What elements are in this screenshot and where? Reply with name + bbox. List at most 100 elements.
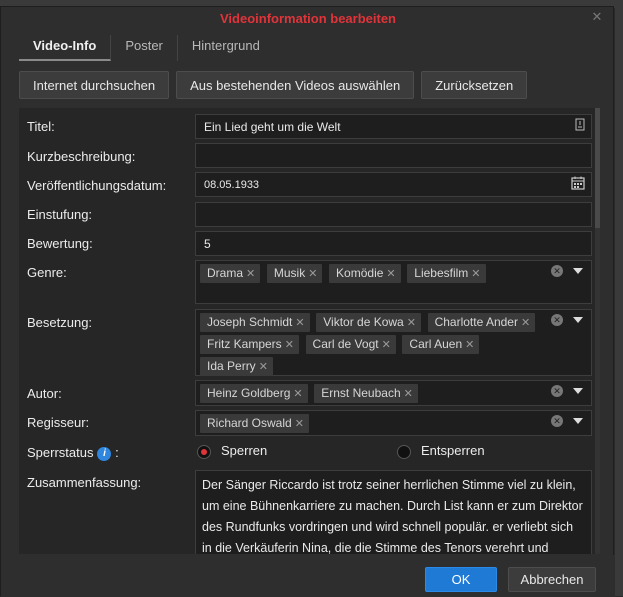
remove-tag-icon[interactable]: ✕ xyxy=(295,317,304,329)
tagline-label: Kurzbeschreibung: xyxy=(27,149,136,164)
remove-tag-icon[interactable]: ✕ xyxy=(407,317,416,329)
scrollbar-thumb[interactable] xyxy=(595,108,600,228)
tag-label: Viktor de Kowa xyxy=(323,315,404,329)
clear-icon[interactable]: ✕ xyxy=(551,415,563,427)
tag-genre: Liebesfilm ✕ xyxy=(407,264,486,283)
remove-tag-icon[interactable]: ✕ xyxy=(295,418,304,430)
tag-cast: Ida Perry ✕ xyxy=(200,357,273,376)
clear-icon[interactable]: ✕ xyxy=(551,265,563,277)
tag-director: Richard Oswald ✕ xyxy=(200,414,309,433)
tag-cast: Carl Auen ✕ xyxy=(402,335,480,354)
tag-cast: Carl de Vogt ✕ xyxy=(305,335,396,354)
background-strip-right xyxy=(615,0,623,596)
tag-label: Carl de Vogt xyxy=(312,337,379,351)
tag-cast: Charlotte Ander ✕ xyxy=(427,313,536,332)
cancel-button[interactable]: Abbrechen xyxy=(508,567,596,592)
title-input[interactable]: Ein Lied geht um die Welt xyxy=(195,114,592,139)
remove-tag-icon[interactable]: ✕ xyxy=(308,268,317,280)
tag-label: Joseph Schmidt xyxy=(207,315,293,329)
tag-label: Charlotte Ander xyxy=(434,315,518,329)
tag-label: Fritz Kampers xyxy=(207,337,282,351)
director-tag-field[interactable]: Richard Oswald ✕ ✕ xyxy=(195,410,592,436)
chevron-down-icon[interactable] xyxy=(573,268,583,274)
select-existing-button[interactable]: Aus bestehenden Videos auswählen xyxy=(176,71,415,99)
ok-button[interactable]: OK xyxy=(425,567,497,592)
tag-writer: Ernst Neubach ✕ xyxy=(314,384,418,403)
document-icon xyxy=(575,118,585,134)
tag-genre: Musik ✕ xyxy=(266,264,323,283)
tag-label: Musik xyxy=(273,266,306,280)
remove-tag-icon[interactable]: ✕ xyxy=(246,268,255,280)
title-value: Ein Lied geht um die Welt xyxy=(204,120,341,134)
tag-cast: Joseph Schmidt ✕ xyxy=(200,313,310,332)
tag-writer: Heinz Goldberg ✕ xyxy=(200,384,308,403)
reset-button[interactable]: Zurücksetzen xyxy=(421,71,528,99)
lock-status-radio-group: Sperren Entsperren xyxy=(197,442,594,462)
chevron-down-icon[interactable] xyxy=(573,317,583,323)
cast-label: Besetzung: xyxy=(27,315,93,330)
rating-label: Bewertung: xyxy=(27,236,93,251)
tab-video-info[interactable]: Video-Info xyxy=(19,35,112,61)
cast-tag-field[interactable]: Joseph Schmidt ✕ Viktor de Kowa ✕ Charlott… xyxy=(195,309,592,376)
toolbar: Internet durchsuchen Aus bestehenden Vid… xyxy=(19,71,528,99)
director-label: Regisseur: xyxy=(27,415,90,430)
calendar-icon[interactable] xyxy=(571,176,585,193)
tab-poster[interactable]: Poster xyxy=(111,35,178,61)
tag-cast: Viktor de Kowa ✕ xyxy=(316,313,421,332)
remove-tag-icon[interactable]: ✕ xyxy=(471,268,480,280)
tag-genre: Komödie ✕ xyxy=(329,264,401,283)
remove-tag-icon[interactable]: ✕ xyxy=(521,317,530,329)
tag-label: Liebesfilm xyxy=(414,266,469,280)
chevron-down-icon[interactable] xyxy=(573,418,583,424)
lock-status-suffix: : xyxy=(115,445,119,460)
tag-label: Ernst Neubach xyxy=(321,386,401,400)
summary-textarea[interactable]: Der Sänger Riccardo ist trotz seiner her… xyxy=(195,470,592,554)
genre-label: Genre: xyxy=(27,265,67,280)
radio-lock[interactable] xyxy=(197,445,211,459)
tag-label: Komödie xyxy=(336,266,384,280)
remove-tag-icon[interactable]: ✕ xyxy=(285,339,294,351)
rating-value: 5 xyxy=(204,237,211,251)
release-date-value: 08.05.1933 xyxy=(204,179,260,191)
title-label: Titel: xyxy=(27,119,55,134)
remove-tag-icon[interactable]: ✕ xyxy=(259,361,268,373)
dialog-title: Videoinformation bearbeiten xyxy=(219,11,396,26)
search-internet-button[interactable]: Internet durchsuchen xyxy=(19,71,170,99)
rating-class-input[interactable] xyxy=(195,202,592,227)
form-scrollbar[interactable] xyxy=(595,108,600,554)
remove-tag-icon[interactable]: ✕ xyxy=(404,388,413,400)
release-date-input[interactable]: 08.05.1933 xyxy=(195,172,592,197)
summary-label: Zusammenfassung: xyxy=(27,475,142,490)
tagline-input[interactable] xyxy=(195,143,592,168)
genre-tag-field[interactable]: Drama ✕ Musik ✕ Komödie ✕ Liebesfilm ✕ ✕ xyxy=(195,260,592,304)
tag-label: Ida Perry xyxy=(207,359,256,373)
chevron-down-icon[interactable] xyxy=(573,388,583,394)
tag-label: Drama xyxy=(207,266,244,280)
radio-unlock[interactable] xyxy=(397,445,411,459)
tab-background[interactable]: Hintergrund xyxy=(178,35,274,61)
release-date-label: Veröffentlichungsdatum: xyxy=(27,178,167,193)
radio-unlock-label[interactable]: Entsperren xyxy=(421,443,485,458)
tag-label: Heinz Goldberg xyxy=(207,386,291,400)
rating-input[interactable]: 5 xyxy=(195,231,592,256)
form-panel: Titel: Ein Lied geht um die Welt Kurzbes… xyxy=(19,108,597,554)
lock-status-label-group: Sperrstatus i : xyxy=(27,445,119,461)
rating-class-label: Einstufung: xyxy=(27,207,93,222)
clear-icon[interactable]: ✕ xyxy=(551,385,563,397)
clear-icon[interactable]: ✕ xyxy=(551,314,563,326)
close-icon[interactable]: ✕ xyxy=(589,9,605,24)
remove-tag-icon[interactable]: ✕ xyxy=(293,388,302,400)
remove-tag-icon[interactable]: ✕ xyxy=(386,268,395,280)
tag-label: Carl Auen xyxy=(409,337,463,351)
tag-genre: Drama ✕ xyxy=(200,264,261,283)
remove-tag-icon[interactable]: ✕ xyxy=(382,339,391,351)
writer-tag-field[interactable]: Heinz Goldberg ✕ Ernst Neubach ✕ ✕ xyxy=(195,380,592,406)
lock-status-label: Sperrstatus xyxy=(27,445,94,460)
remove-tag-icon[interactable]: ✕ xyxy=(465,339,474,351)
info-icon[interactable]: i xyxy=(97,447,112,461)
tag-label: Richard Oswald xyxy=(207,416,292,430)
radio-lock-label[interactable]: Sperren xyxy=(221,443,267,458)
tag-cast: Fritz Kampers ✕ xyxy=(200,335,299,354)
edit-video-dialog: Videoinformation bearbeiten ✕ Video-Info… xyxy=(0,6,615,597)
dialog-footer: OK Abbrechen xyxy=(1,555,615,597)
